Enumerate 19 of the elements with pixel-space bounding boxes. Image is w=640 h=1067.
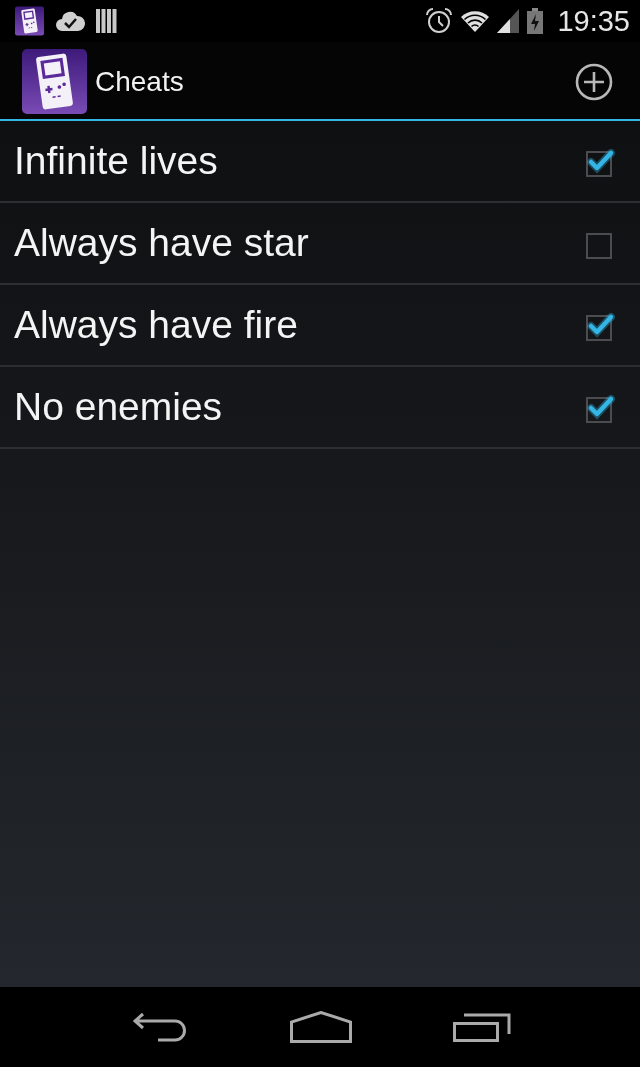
cheat-name: Always have fire	[14, 303, 299, 347]
handheld-console-icon	[22, 49, 87, 114]
cheat-name: Always have star	[14, 221, 310, 265]
screen-title: Cheats	[95, 65, 184, 98]
add-button[interactable]	[575, 62, 613, 101]
clock-time: 19:35	[557, 4, 630, 38]
wifi-icon	[461, 10, 490, 32]
cloud-check-icon	[55, 10, 85, 32]
barcode-icon	[96, 9, 117, 33]
home-icon	[290, 1011, 352, 1043]
battery-charging-icon	[527, 8, 544, 34]
alarm-clock-icon	[425, 8, 454, 34]
cheat-name: No enemies	[14, 385, 224, 429]
signal-icon	[497, 9, 520, 33]
handheld-console-icon	[15, 6, 44, 36]
add-icon	[575, 62, 613, 101]
back-arrow-icon	[132, 1012, 189, 1042]
recent-apps-icon	[453, 1012, 512, 1042]
cheat-name: Infinite lives	[14, 139, 219, 183]
